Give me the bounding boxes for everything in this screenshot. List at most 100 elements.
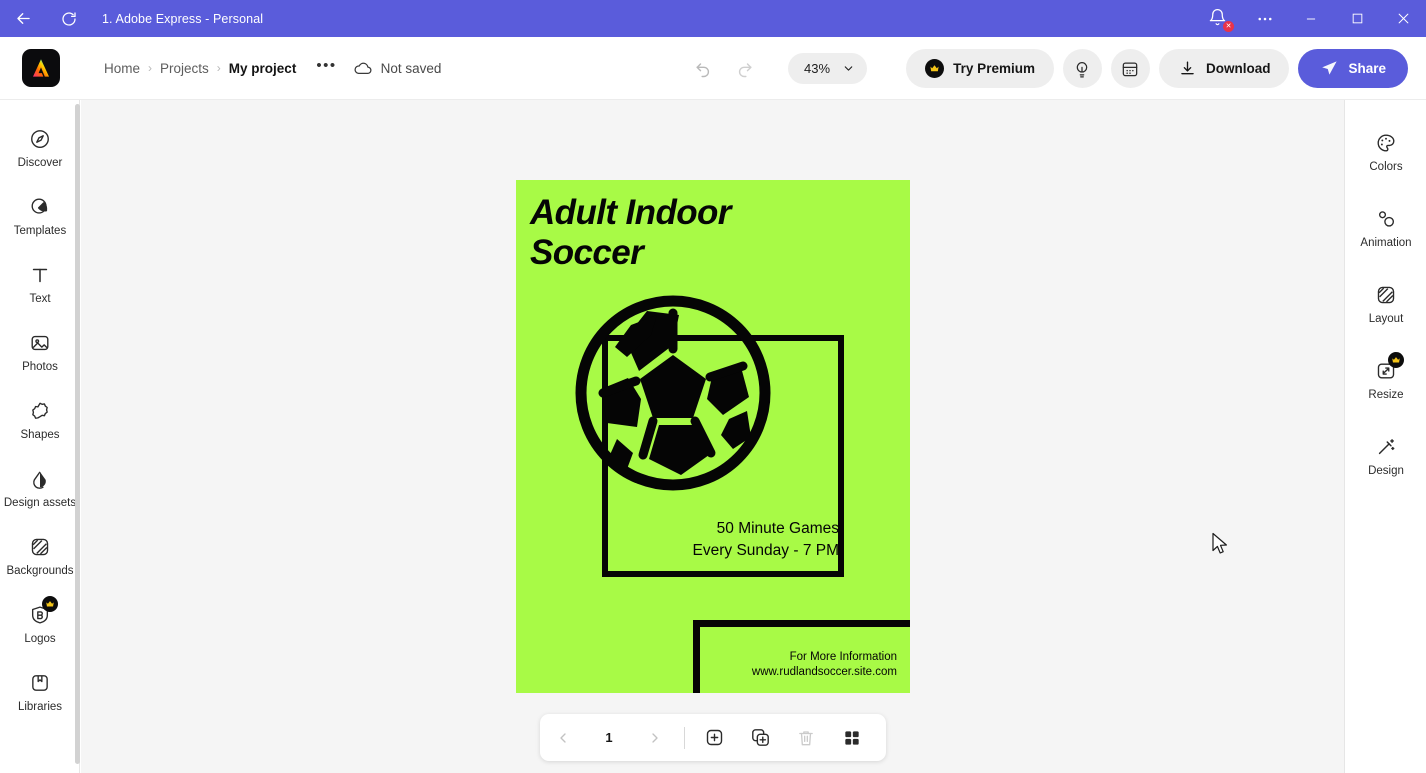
chevron-left-icon — [560, 732, 566, 743]
sidebar-item-design-assets[interactable]: Design assets — [0, 454, 80, 522]
breadcrumb-separator: › — [216, 61, 221, 75]
templates-icon — [28, 195, 52, 219]
sidebar-item-label: Photos — [22, 361, 58, 373]
ideas-button[interactable] — [1062, 49, 1102, 88]
refresh-icon — [62, 11, 76, 26]
duplicate-page-icon — [751, 729, 769, 746]
poster-artboard[interactable]: Adult Indoor Soccer 50 Minute Games Ever… — [516, 180, 910, 693]
refresh-button[interactable] — [46, 0, 92, 37]
sidebar-item-label: Templates — [13, 225, 67, 237]
add-page-button[interactable] — [691, 714, 737, 761]
duplicate-page-button[interactable] — [737, 714, 783, 761]
close-icon — [1398, 13, 1408, 24]
download-button[interactable]: Download — [1158, 49, 1290, 88]
calendar-button[interactable] — [1110, 49, 1150, 88]
breadcrumb-projects[interactable]: Projects — [154, 61, 215, 76]
sidebar-item-shapes[interactable]: Shapes — [0, 386, 80, 454]
libraries-icon — [28, 671, 52, 695]
minimize-icon — [1306, 18, 1316, 19]
minimize-button[interactable] — [1288, 0, 1334, 37]
close-button[interactable] — [1380, 0, 1426, 37]
panel-item-label: Layout — [1368, 313, 1404, 325]
download-icon — [1181, 61, 1194, 75]
window-title: 1. Adobe Express - Personal — [102, 11, 264, 26]
design-assets-icon — [28, 467, 52, 491]
breadcrumb: Home › Projects › My project ••• Not sav… — [98, 57, 441, 80]
sidebar-item-logos[interactable]: Logos — [0, 590, 80, 658]
photos-icon — [28, 331, 52, 355]
poster-bottom-line-2: www.rudlandsoccer.site.com — [751, 665, 897, 678]
breadcrumb-current-project[interactable]: My project — [223, 61, 303, 76]
layout-icon — [1374, 283, 1398, 307]
sidebar-item-label: Logos — [24, 633, 56, 645]
magic-wand-icon — [1374, 435, 1398, 459]
sidebar-item-libraries[interactable]: Libraries — [0, 658, 80, 726]
header-actions: Try Premium Download Share — [906, 37, 1408, 100]
bell-wrapper: ✕ — [1208, 8, 1234, 32]
undo-icon — [696, 62, 710, 77]
right-sidebar: Colors Animation Layout Resize Design — [1344, 100, 1426, 773]
compass-icon — [28, 127, 52, 151]
panel-item-design[interactable]: Design — [1345, 418, 1426, 494]
panel-item-layout[interactable]: Layout — [1345, 266, 1426, 342]
zoom-level-selector[interactable]: 43% — [788, 53, 868, 84]
next-page-button[interactable] — [632, 714, 678, 761]
share-button[interactable]: Share — [1298, 49, 1408, 88]
soccer-ball-graphic[interactable] — [573, 293, 773, 493]
premium-badge — [1388, 352, 1404, 368]
sidebar-item-text[interactable]: Text — [0, 250, 80, 318]
panel-item-label: Colors — [1369, 161, 1403, 173]
left-sidebar-scrollbar[interactable] — [75, 104, 80, 764]
panel-item-resize[interactable]: Resize — [1345, 342, 1426, 418]
redo-button[interactable] — [732, 56, 758, 82]
add-page-icon — [706, 729, 722, 746]
breadcrumb-separator: › — [148, 61, 153, 75]
panel-item-label: Animation — [1360, 237, 1412, 249]
maximize-button[interactable] — [1334, 0, 1380, 37]
save-status: Not saved — [353, 58, 441, 78]
text-icon — [28, 263, 52, 287]
resize-icon — [1374, 352, 1404, 383]
adobe-express-window: 1. Adobe Express - Personal ✕ Home › Pro… — [0, 0, 1426, 773]
app-header: Home › Projects › My project ••• Not sav… — [0, 37, 1426, 100]
sidebar-item-discover[interactable]: Discover — [0, 114, 80, 182]
poster-middle-text[interactable]: 50 Minute Games Every Sunday - 7 PM — [693, 518, 839, 562]
panel-item-label: Resize — [1368, 389, 1404, 401]
download-label: Download — [1205, 61, 1271, 76]
logos-icon — [28, 596, 58, 627]
cloud-icon — [354, 62, 372, 75]
breadcrumb-home[interactable]: Home — [98, 61, 146, 76]
try-premium-button[interactable]: Try Premium — [906, 49, 1054, 88]
canvas-workspace[interactable]: Adult Indoor Soccer 50 Minute Games Ever… — [81, 100, 1344, 773]
crown-glyph-icon — [930, 65, 939, 72]
sidebar-item-backgrounds[interactable]: Backgrounds — [0, 522, 80, 590]
poster-bottom-text[interactable]: For More Information www.rudlandsoccer.s… — [752, 650, 897, 679]
trash-icon — [799, 730, 813, 745]
back-button[interactable] — [0, 0, 46, 37]
previous-page-button[interactable] — [540, 714, 586, 761]
notifications-button[interactable]: ✕ — [1196, 0, 1242, 37]
adobe-express-logo-icon — [33, 59, 49, 77]
poster-title-text[interactable]: Adult Indoor Soccer — [530, 193, 830, 273]
notification-badge: ✕ — [1223, 20, 1234, 32]
crown-icon — [1392, 357, 1400, 363]
adobe-express-logo[interactable] — [22, 49, 60, 87]
poster-mid-line-2: Every Sunday - 7 PM — [692, 542, 839, 559]
window-controls: ✕ — [1196, 0, 1426, 37]
panel-item-colors[interactable]: Colors — [1345, 114, 1426, 190]
crown-icon — [46, 601, 54, 607]
zoom-level-value: 43% — [804, 61, 831, 76]
sidebar-item-photos[interactable]: Photos — [0, 318, 80, 386]
delete-page-button[interactable] — [783, 714, 829, 761]
undo-button[interactable] — [690, 56, 716, 82]
sidebar-item-label: Text — [29, 293, 51, 305]
panel-item-animation[interactable]: Animation — [1345, 190, 1426, 266]
project-menu-button[interactable]: ••• — [302, 57, 346, 80]
window-more-button[interactable] — [1242, 0, 1288, 37]
shapes-icon — [28, 399, 52, 423]
animation-icon — [1374, 207, 1398, 231]
sidebar-item-templates[interactable]: Templates — [0, 182, 80, 250]
grid-view-button[interactable] — [829, 714, 875, 761]
premium-badge — [42, 596, 58, 612]
crown-icon — [925, 59, 945, 78]
